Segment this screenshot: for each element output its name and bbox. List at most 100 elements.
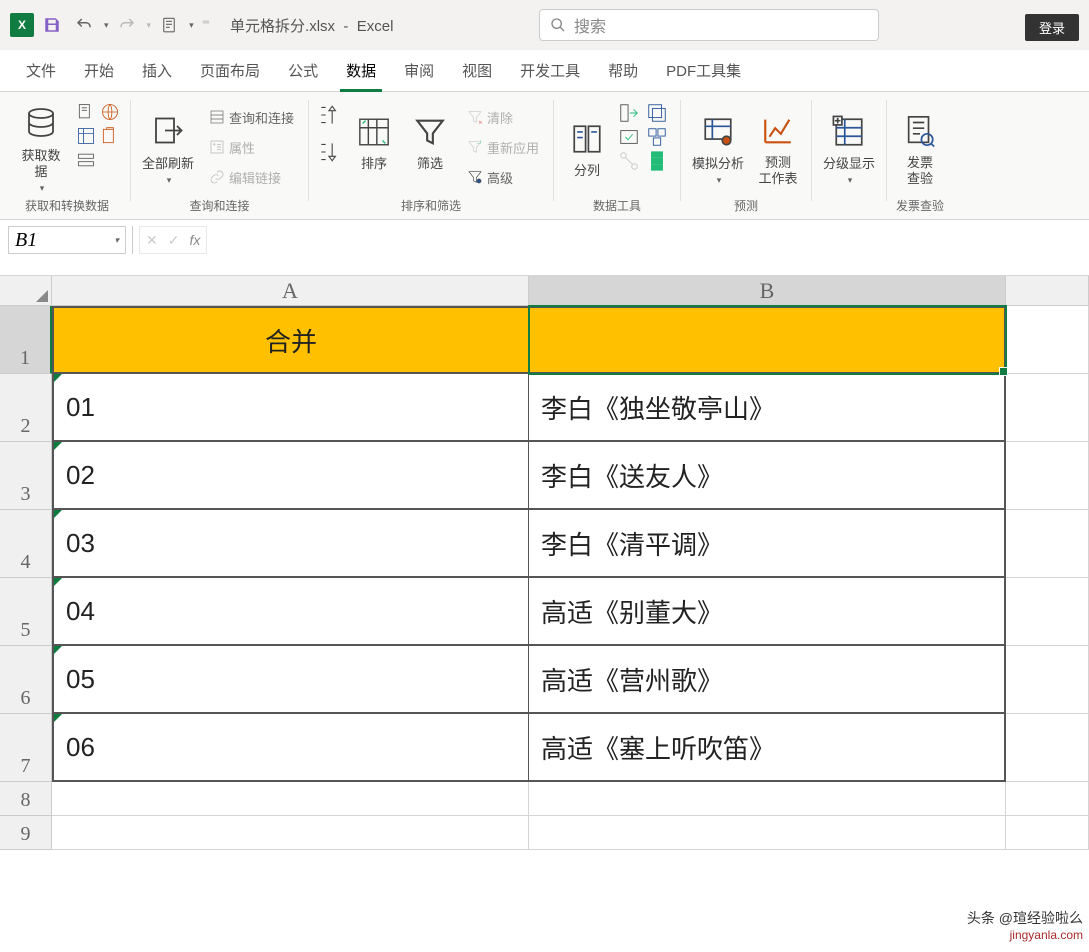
login-button[interactable]: 登录 [1025,14,1079,41]
select-all-corner[interactable] [0,276,52,306]
recent-sources-icon[interactable] [100,126,122,148]
tab-insert[interactable]: 插入 [128,50,186,91]
cell-a4[interactable]: 03 [52,510,529,578]
qat-dropdown-icon[interactable]: ▾ [189,20,194,31]
data-validation-icon[interactable] [618,126,644,148]
cell-c8[interactable] [1006,782,1089,816]
enter-formula-icon[interactable]: ✓ [168,232,180,249]
cell-a5[interactable]: 04 [52,578,529,646]
group-queries-connections: 全部刷新 ▾ 查询和连接 属性 编辑链接 查询和连接 [133,96,306,219]
cell-b8[interactable] [529,782,1006,816]
row-header-4[interactable]: 4 [0,510,52,578]
refresh-all-button[interactable]: 全部刷新 ▾ [139,102,197,196]
get-data-button[interactable]: 获取数 据 ▾ [12,102,70,196]
invoice-check-button[interactable]: 发票 查验 [895,102,945,196]
cell-c6[interactable] [1006,646,1089,714]
undo-dropdown-icon[interactable]: ▾ [104,20,109,31]
cell-b6[interactable]: 高适《营州歌》 [529,646,1006,714]
row-header-3[interactable]: 3 [0,442,52,510]
consolidate-icon[interactable] [646,126,672,148]
what-if-button[interactable]: 模拟分析 ▾ [689,102,747,196]
tab-formulas[interactable]: 公式 [274,50,332,91]
cell-a6[interactable]: 05 [52,646,529,714]
row-header-6[interactable]: 6 [0,646,52,714]
cell-b1[interactable] [529,306,1006,374]
tab-help[interactable]: 帮助 [594,50,652,91]
flash-fill-icon[interactable] [618,102,644,124]
group-label-sort-filter: 排序和筛选 [401,197,461,217]
name-box-dropdown-icon[interactable]: ▾ [114,235,119,246]
tab-review[interactable]: 审阅 [390,50,448,91]
column-header-b[interactable]: B [529,276,1006,306]
cell-c1[interactable] [1006,306,1089,374]
document-icon[interactable] [155,11,183,39]
cell-b3[interactable]: 李白《送友人》 [529,442,1006,510]
row-header-5[interactable]: 5 [0,578,52,646]
from-table-icon[interactable] [76,126,98,148]
cell-a8[interactable] [52,782,529,816]
cell-b7[interactable]: 高适《塞上听吹笛》 [529,714,1006,782]
cell-c2[interactable] [1006,374,1089,442]
row-header-1[interactable]: 1 [0,306,52,374]
fx-icon[interactable]: fx [189,232,200,248]
text-to-columns-button[interactable]: 分列 [562,102,612,196]
cell-b4[interactable]: 李白《清平调》 [529,510,1006,578]
spreadsheet[interactable]: A B 1 2 3 4 5 6 7 8 9 合并 01 李白《独坐敬亭山》 02… [0,276,1089,856]
text-to-columns-icon [567,119,607,159]
cell-b9[interactable] [529,816,1006,850]
cell-c3[interactable] [1006,442,1089,510]
cell-a3[interactable]: 02 [52,442,529,510]
save-button[interactable] [38,11,66,39]
redo-button[interactable] [113,11,141,39]
row-header-2[interactable]: 2 [0,374,52,442]
advanced-filter-button[interactable]: 高级 [461,162,545,192]
tab-home[interactable]: 开始 [70,50,128,91]
existing-connections-icon[interactable] [76,150,98,172]
remove-duplicates-icon[interactable] [646,102,672,124]
sort-desc-button[interactable] [317,139,343,170]
from-web-icon[interactable] [100,102,122,124]
group-label-forecast: 预测 [734,197,758,217]
tab-page-layout[interactable]: 页面布局 [186,50,274,91]
document-title: 单元格拆分.xlsx - Excel [230,15,393,36]
redo-dropdown-icon[interactable]: ▾ [147,20,152,31]
name-box[interactable]: B1 ▾ [8,226,126,254]
search-input[interactable]: 搜索 [539,9,879,41]
cell-c4[interactable] [1006,510,1089,578]
tab-developer[interactable]: 开发工具 [506,50,594,91]
queries-connections-button[interactable]: 查询和连接 [203,102,300,132]
forecast-icon [758,111,798,151]
row-header-9[interactable]: 9 [0,816,52,850]
row-header-8[interactable]: 8 [0,782,52,816]
cancel-formula-icon[interactable]: ✕ [146,232,158,249]
relationships-icon[interactable] [618,150,644,172]
cell-b2[interactable]: 李白《独坐敬亭山》 [529,374,1006,442]
forecast-sheet-button[interactable]: 预测 工作表 [753,102,803,196]
column-header-a[interactable]: A [52,276,529,306]
cell-a2[interactable]: 01 [52,374,529,442]
outline-button[interactable]: 分级显示 ▾ [820,102,878,196]
cell-b5[interactable]: 高适《别董大》 [529,578,1006,646]
cell-c7[interactable] [1006,714,1089,782]
cell-a9[interactable] [52,816,529,850]
reapply-button: 重新应用 [461,132,545,162]
ribbon-tabs: 文件 开始 插入 页面布局 公式 数据 审阅 视图 开发工具 帮助 PDF工具集 [0,50,1089,92]
column-header-blank[interactable] [1006,276,1089,306]
undo-button[interactable] [70,11,98,39]
data-model-icon[interactable] [646,150,672,172]
sort-button[interactable]: 排序 [349,102,399,182]
tab-view[interactable]: 视图 [448,50,506,91]
tab-data[interactable]: 数据 [332,50,390,91]
sort-asc-button[interactable] [317,102,343,133]
tab-pdf-tools[interactable]: PDF工具集 [652,50,755,91]
cell-c9[interactable] [1006,816,1089,850]
filter-button[interactable]: 筛选 [405,102,455,182]
row-header-7[interactable]: 7 [0,714,52,782]
ribbon: 获取数 据 ▾ 获取和转换数据 全部刷新 ▾ 查询和连接 属性 [0,92,1089,220]
group-forecast: 模拟分析 ▾ 预测 工作表 预测 [683,96,809,219]
cell-a1[interactable]: 合并 [52,306,529,374]
cell-a7[interactable]: 06 [52,714,529,782]
tab-file[interactable]: 文件 [12,50,70,91]
cell-c5[interactable] [1006,578,1089,646]
from-text-icon[interactable] [76,102,98,124]
